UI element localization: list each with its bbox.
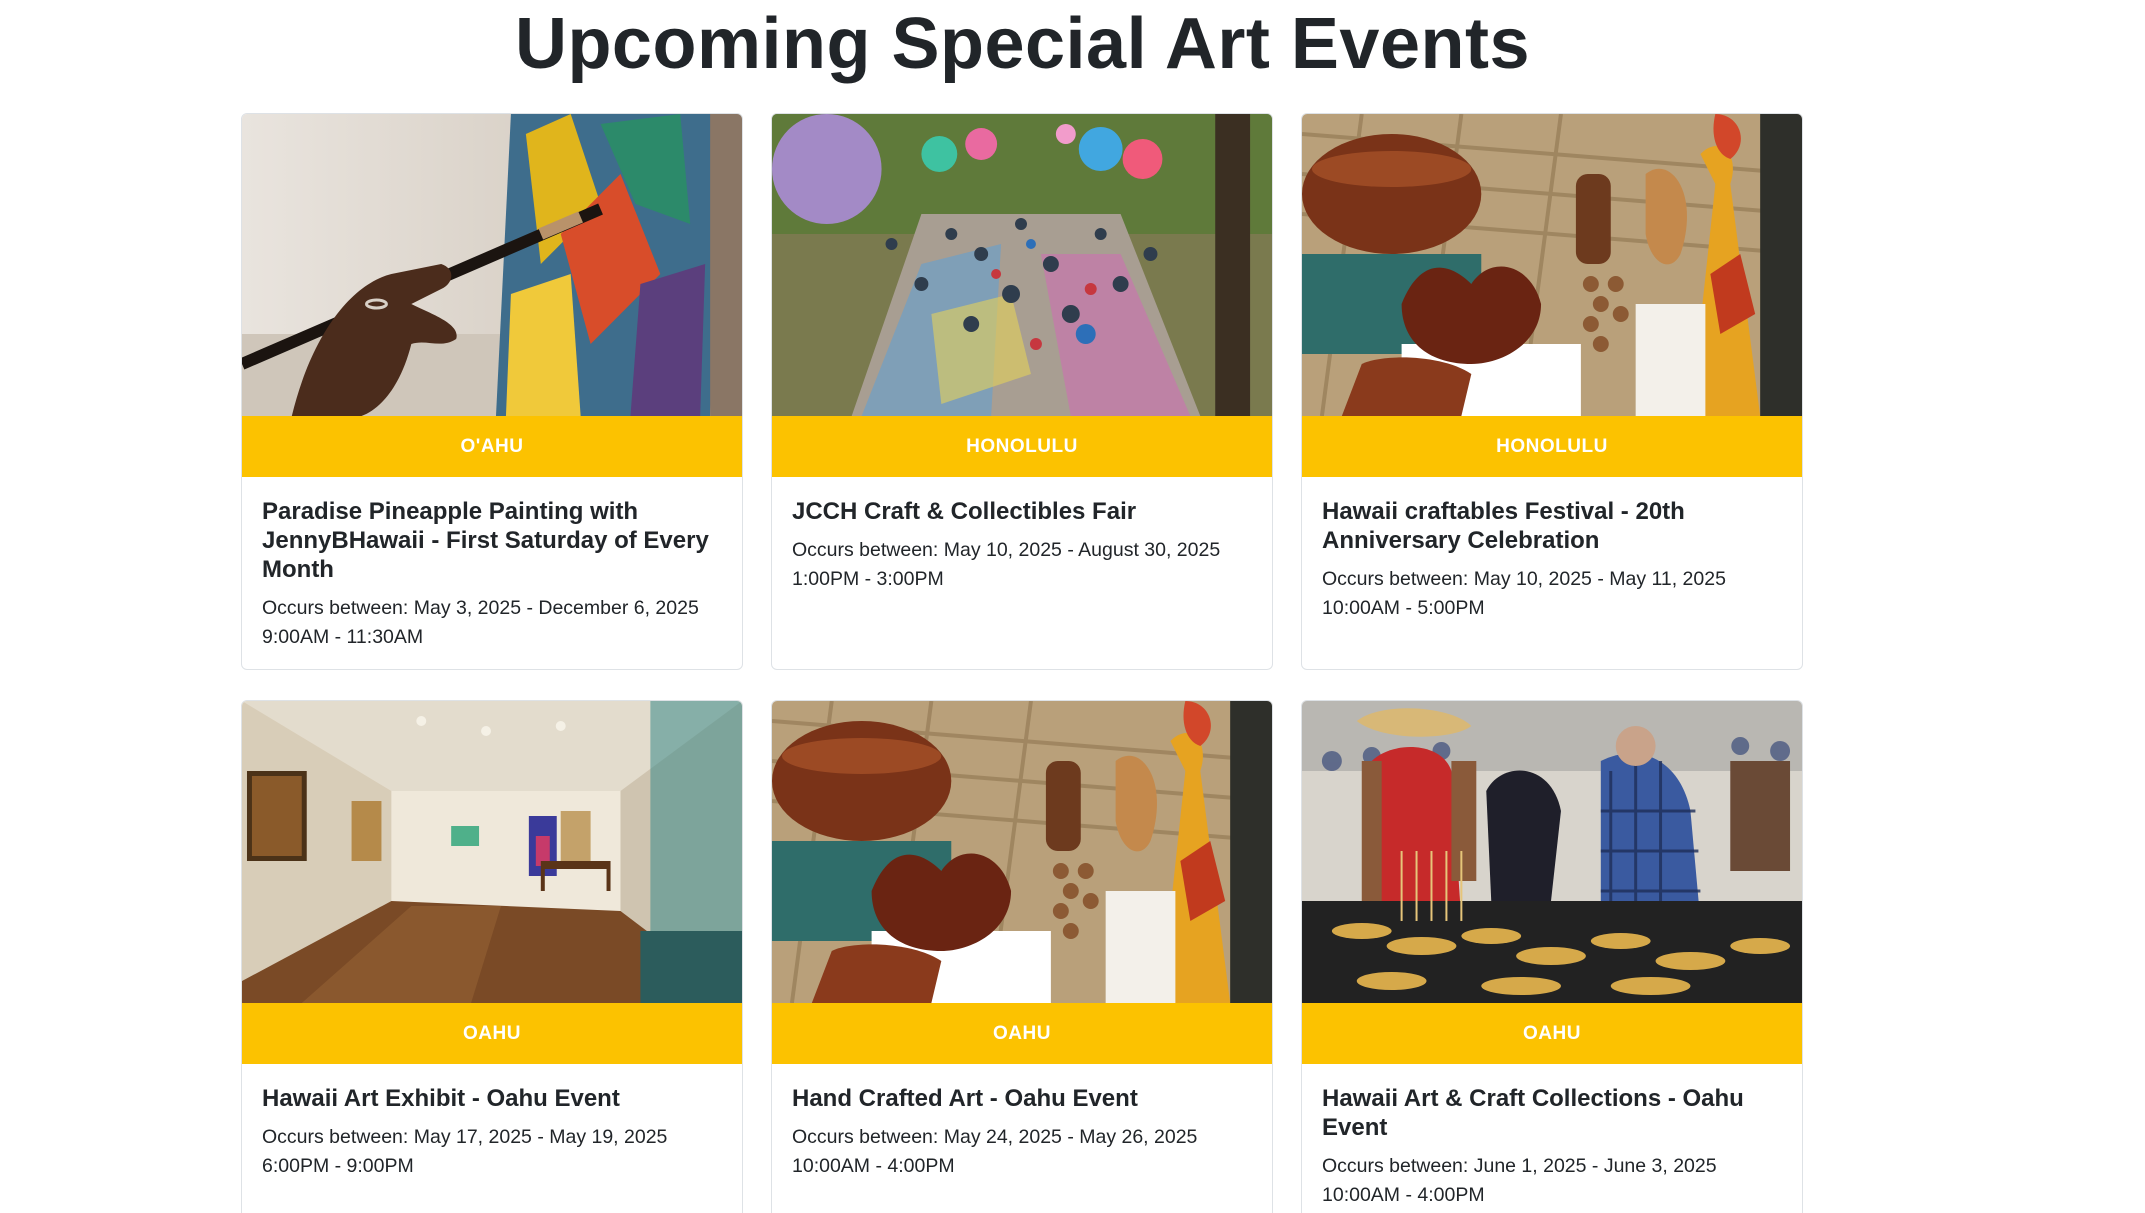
event-card[interactable]: OAHU Hawaii Art Exhibit - Oahu Event Occ…: [241, 700, 743, 1213]
event-image-market[interactable]: [1302, 701, 1802, 1003]
location-badge: HONOLULU: [772, 416, 1272, 477]
event-title[interactable]: Paradise Pineapple Painting with JennyBH…: [262, 497, 722, 584]
event-title[interactable]: Hawaii Art & Craft Collections - Oahu Ev…: [1322, 1084, 1782, 1142]
event-image-gallery[interactable]: [242, 701, 742, 1003]
location-badge: HONOLULU: [1302, 416, 1802, 477]
event-title[interactable]: Hawaii craftables Festival - 20th Annive…: [1322, 497, 1782, 555]
event-dates: Occurs between: May 17, 2025 - May 19, 2…: [262, 1126, 668, 1177]
event-card[interactable]: HONOLULU Hawaii craftables Festival - 20…: [1301, 113, 1803, 670]
event-image-crafts[interactable]: [772, 701, 1272, 1003]
events-grid: O'AHU Paradise Pineapple Painting with J…: [241, 113, 1811, 1213]
page-title: Upcoming Special Art Events: [514, 4, 1531, 84]
event-title[interactable]: Hand Crafted Art - Oahu Event: [792, 1084, 1252, 1113]
card-body: Hawaii Art & Craft Collections - Oahu Ev…: [1302, 1064, 1802, 1210]
event-title[interactable]: JCCH Craft & Collectibles Fair: [792, 497, 1252, 526]
event-card[interactable]: OAHU Hand Crafted Art - Oahu Event Occur…: [771, 700, 1273, 1213]
card-body: Hand Crafted Art - Oahu Event Occurs bet…: [772, 1064, 1272, 1181]
location-badge: OAHU: [1302, 1003, 1802, 1064]
event-image-painting[interactable]: [242, 114, 742, 416]
event-image-crafts[interactable]: [1302, 114, 1802, 416]
event-card[interactable]: HONOLULU JCCH Craft & Collectibles Fair …: [771, 113, 1273, 670]
event-image-fair[interactable]: [772, 114, 1272, 416]
event-dates: Occurs between: May 10, 2025 - May 11, 2…: [1322, 568, 1726, 619]
event-dates: Occurs between: May 24, 2025 - May 26, 2…: [792, 1126, 1198, 1177]
location-badge: OAHU: [242, 1003, 742, 1064]
event-dates: Occurs between: May 3, 2025 - December 6…: [262, 597, 699, 648]
card-body: Hawaii craftables Festival - 20th Annive…: [1302, 477, 1802, 623]
location-badge: O'AHU: [242, 416, 742, 477]
page: Upcoming Special Art Events O'AHU Paradi…: [0, 0, 2145, 1213]
card-body: Paradise Pineapple Painting with JennyBH…: [242, 477, 742, 652]
card-body: JCCH Craft & Collectibles Fair Occurs be…: [772, 477, 1272, 594]
event-card[interactable]: O'AHU Paradise Pineapple Painting with J…: [241, 113, 743, 670]
event-card[interactable]: OAHU Hawaii Art & Craft Collections - Oa…: [1301, 700, 1803, 1213]
location-badge: OAHU: [772, 1003, 1272, 1064]
event-dates: Occurs between: May 10, 2025 - August 30…: [792, 539, 1221, 590]
event-dates: Occurs between: June 1, 2025 - June 3, 2…: [1322, 1155, 1717, 1206]
card-body: Hawaii Art Exhibit - Oahu Event Occurs b…: [242, 1064, 742, 1181]
event-title[interactable]: Hawaii Art Exhibit - Oahu Event: [262, 1084, 722, 1113]
